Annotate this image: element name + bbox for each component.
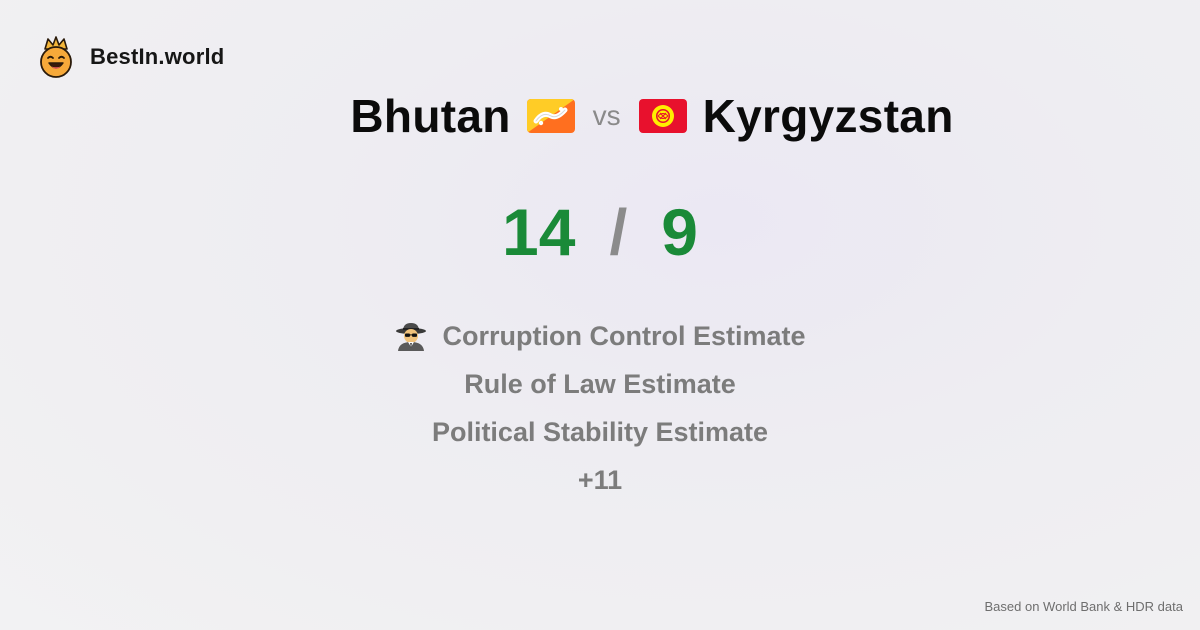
metric-label: Political Stability Estimate <box>431 416 769 447</box>
more-metrics-label: +11 <box>577 464 623 495</box>
metric-label: Rule of Law Estimate <box>464 368 736 399</box>
brand-name: BestIn.world <box>90 44 225 69</box>
left-score: 14 <box>502 195 576 269</box>
crown-smiley-icon <box>40 36 72 78</box>
score-separator: / <box>609 196 628 268</box>
kyrgyzstan-flag-icon <box>638 99 687 133</box>
spy-detective-icon <box>395 323 426 351</box>
bhutan-flag-icon <box>526 99 575 133</box>
brand[interactable]: BestIn.world <box>38 36 224 78</box>
data-source-note: Based on World Bank & HDR data <box>984 599 1183 614</box>
score-display: 14 / 9 <box>0 192 1200 272</box>
metrics-list: Corruption Control Estimate Rule of Law … <box>0 312 1200 504</box>
comparison-headline: Bhutan vs Kyrgyzstan <box>0 84 1200 148</box>
metric-item: Rule of Law Estimate <box>464 360 736 408</box>
metric-item: Corruption Control Estimate <box>395 312 806 360</box>
more-metrics-count: +11 <box>578 456 622 504</box>
metric-item: Political Stability Estimate <box>432 408 768 456</box>
right-country-name: Kyrgyzstan <box>702 90 954 142</box>
metric-label: Corruption Control Estimate <box>442 320 806 351</box>
right-score: 9 <box>661 195 698 269</box>
vs-label: vs <box>592 100 621 131</box>
left-country-name: Bhutan <box>350 90 511 142</box>
